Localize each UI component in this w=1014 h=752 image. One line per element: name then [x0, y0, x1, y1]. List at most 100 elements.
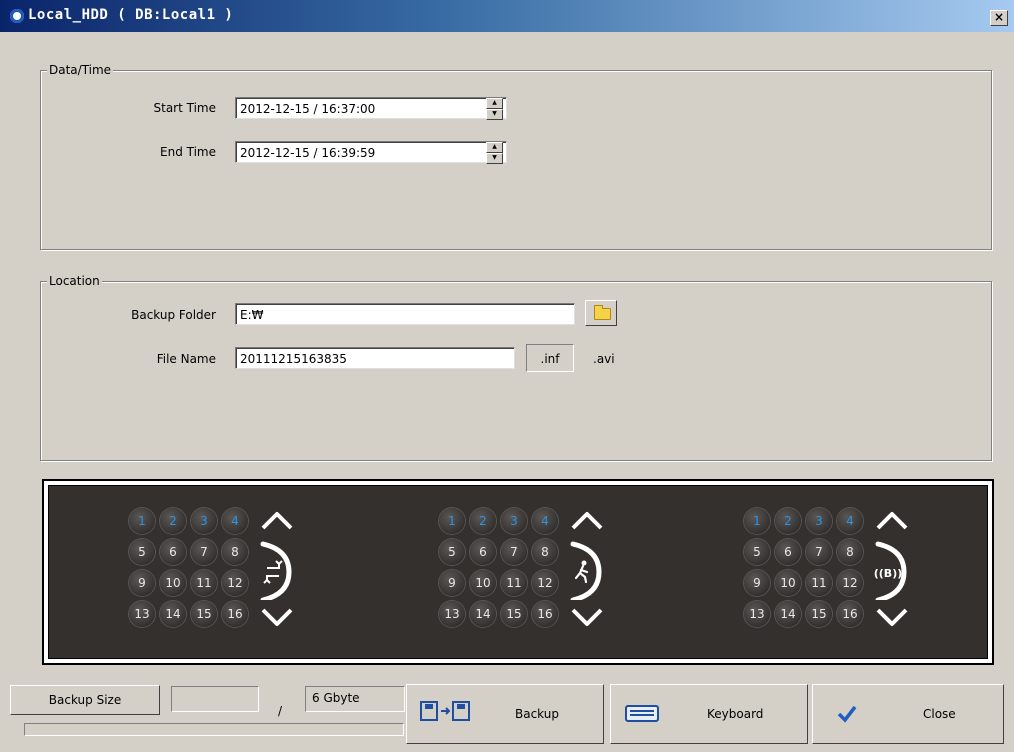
channel-button-1[interactable]: 1: [744, 508, 770, 534]
spin-up-icon[interactable]: ▲: [486, 98, 503, 109]
spin-up-icon[interactable]: ▲: [486, 142, 503, 153]
chevron-down-icon[interactable]: [569, 606, 609, 628]
backup-size-button[interactable]: Backup Size: [10, 685, 160, 715]
chevron-up-icon[interactable]: [874, 510, 914, 532]
channel-button-8[interactable]: 8: [837, 539, 863, 565]
channel-button-13[interactable]: 13: [439, 601, 465, 627]
end-time-label: End Time: [160, 145, 216, 159]
channel-button-14[interactable]: 14: [775, 601, 801, 627]
channel-button-10[interactable]: 10: [775, 570, 801, 596]
channel-button-7[interactable]: 7: [806, 539, 832, 565]
channel-button-2[interactable]: 2: [160, 508, 186, 534]
channel-button-11[interactable]: 11: [806, 570, 832, 596]
channel-panel: 1 2 3 4 5 6 7 8 9 10 11 12 13 14 15 16 1 2 3 4 5 6 7 8 9 10 11 12 13…: [48, 485, 988, 659]
start-time-spinner[interactable]: ▲ ▼: [486, 98, 503, 120]
channel-button-4[interactable]: 4: [532, 508, 558, 534]
channel-button-16[interactable]: 16: [532, 601, 558, 627]
backup-folder-field[interactable]: E:₩: [235, 303, 575, 325]
channel-button-13[interactable]: 13: [744, 601, 770, 627]
size-separator: /: [278, 704, 283, 718]
channel-button-11[interactable]: 11: [501, 570, 527, 596]
alarm-mode-icon[interactable]: ((B)): [874, 540, 914, 600]
channel-button-14[interactable]: 14: [160, 601, 186, 627]
channel-button-12[interactable]: 12: [222, 570, 248, 596]
backup-button[interactable]: Backup: [406, 684, 604, 744]
datetime-group: Data/Time: [40, 63, 992, 250]
channel-panel-frame: 1 2 3 4 5 6 7 8 9 10 11 12 13 14 15 16 1 2 3 4 5 6 7 8 9 10 11 12 13…: [42, 479, 994, 665]
channel-group-1: 1 2 3 4 5 6 7 8 9 10 11 12 13 14 15 16: [129, 508, 309, 638]
channel-button-10[interactable]: 10: [470, 570, 496, 596]
channel-button-11[interactable]: 11: [191, 570, 217, 596]
svg-text:((B)): ((B)): [874, 567, 902, 580]
file-name-label: File Name: [156, 352, 216, 366]
channel-button-13[interactable]: 13: [129, 601, 155, 627]
channel-button-8[interactable]: 8: [222, 539, 248, 565]
channel-button-1[interactable]: 1: [129, 508, 155, 534]
chevron-up-icon[interactable]: [569, 510, 609, 532]
close-label: Close: [923, 707, 956, 721]
channel-button-15[interactable]: 15: [191, 601, 217, 627]
channel-button-9[interactable]: 9: [439, 570, 465, 596]
channel-button-15[interactable]: 15: [806, 601, 832, 627]
start-time-field[interactable]: 2012-12-15 / 16:37:00: [235, 97, 507, 119]
checkmark-icon: [837, 705, 857, 723]
rotate-mode-icon[interactable]: [259, 540, 299, 600]
channel-button-4[interactable]: 4: [837, 508, 863, 534]
backup-folder-label: Backup Folder: [131, 308, 216, 322]
browse-folder-button[interactable]: [585, 300, 617, 326]
file-name-field[interactable]: 20111215163835: [235, 347, 515, 369]
disk-copy-icon: [420, 701, 470, 721]
keyboard-button[interactable]: Keyboard: [610, 684, 808, 744]
channel-button-1[interactable]: 1: [439, 508, 465, 534]
channel-button-6[interactable]: 6: [160, 539, 186, 565]
channel-button-7[interactable]: 7: [501, 539, 527, 565]
motion-mode-icon[interactable]: [569, 540, 609, 600]
end-time-spinner[interactable]: ▲ ▼: [486, 142, 503, 164]
dialog-body: Data/Time Start Time 2012-12-15 / 16:37:…: [8, 32, 1006, 750]
channel-button-4[interactable]: 4: [222, 508, 248, 534]
channel-button-10[interactable]: 10: [160, 570, 186, 596]
channel-group-2: 1 2 3 4 5 6 7 8 9 10 11 12 13 14 15 16: [439, 508, 619, 638]
channel-button-9[interactable]: 9: [129, 570, 155, 596]
channel-button-6[interactable]: 6: [470, 539, 496, 565]
spin-down-icon[interactable]: ▼: [486, 109, 503, 120]
channel-button-8[interactable]: 8: [532, 539, 558, 565]
channel-button-12[interactable]: 12: [532, 570, 558, 596]
backup-label: Backup: [515, 707, 559, 721]
channel-button-7[interactable]: 7: [191, 539, 217, 565]
channel-button-12[interactable]: 12: [837, 570, 863, 596]
close-button[interactable]: Close: [812, 684, 1004, 744]
ext-avi-label: .avi: [593, 352, 615, 366]
backup-size-field: [171, 686, 259, 712]
channel-button-3[interactable]: 3: [191, 508, 217, 534]
channel-button-6[interactable]: 6: [775, 539, 801, 565]
channel-button-2[interactable]: 2: [470, 508, 496, 534]
datetime-legend: Data/Time: [47, 63, 114, 77]
channel-button-9[interactable]: 9: [744, 570, 770, 596]
channel-button-5[interactable]: 5: [744, 539, 770, 565]
keyboard-icon: [625, 705, 659, 722]
start-time-label: Start Time: [153, 101, 217, 115]
capacity-value: 6 Gbyte: [312, 691, 360, 705]
channel-button-15[interactable]: 15: [501, 601, 527, 627]
channel-button-3[interactable]: 3: [806, 508, 832, 534]
channel-button-3[interactable]: 3: [501, 508, 527, 534]
channel-button-16[interactable]: 16: [837, 601, 863, 627]
channel-button-5[interactable]: 5: [129, 539, 155, 565]
window-title: Local_HDD ( DB:Local1 ): [28, 7, 234, 23]
spin-down-icon[interactable]: ▼: [486, 153, 503, 164]
channel-button-14[interactable]: 14: [470, 601, 496, 627]
chevron-down-icon[interactable]: [874, 606, 914, 628]
channel-button-2[interactable]: 2: [775, 508, 801, 534]
backup-size-label: Backup Size: [48, 693, 122, 707]
progress-bar: [24, 723, 404, 736]
ext-inf-label: .inf: [526, 344, 574, 372]
title-bar: Local_HDD ( DB:Local1 ) ×: [0, 0, 1014, 32]
window-close-button[interactable]: ×: [990, 10, 1008, 26]
chevron-up-icon[interactable]: [259, 510, 299, 532]
end-time-field[interactable]: 2012-12-15 / 16:39:59: [235, 141, 507, 163]
channel-button-5[interactable]: 5: [439, 539, 465, 565]
channel-button-16[interactable]: 16: [222, 601, 248, 627]
location-legend: Location: [47, 274, 102, 288]
chevron-down-icon[interactable]: [259, 606, 299, 628]
